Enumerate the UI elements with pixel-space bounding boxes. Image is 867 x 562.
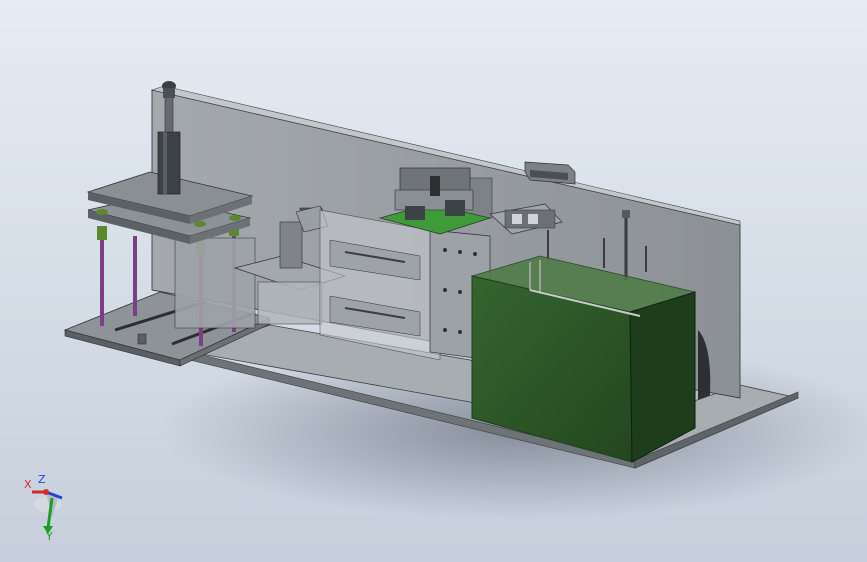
cad-viewport[interactable]: X Z Y — [0, 0, 867, 562]
press-side-block — [174, 237, 256, 329]
machine-assembly-model[interactable] — [0, 0, 867, 562]
coordinate-triad: X Z Y — [24, 473, 63, 540]
y-axis-label: Y — [45, 530, 53, 540]
x-axis-label: X — [24, 478, 32, 491]
transparent-guard[interactable] — [319, 209, 441, 361]
z-axis-label: Z — [38, 473, 46, 486]
